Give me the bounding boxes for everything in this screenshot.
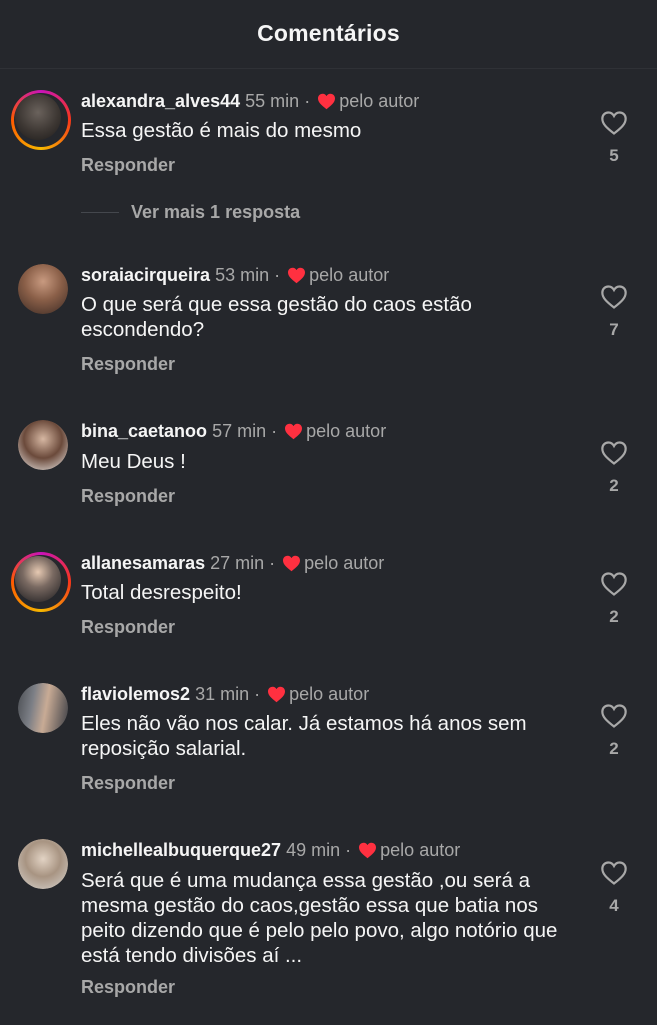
like-count: 2 <box>609 607 619 626</box>
comment-text: Meu Deus ! <box>81 450 186 473</box>
reply-button[interactable]: Responder <box>81 617 175 638</box>
liked-by-author-heart-icon <box>285 423 303 440</box>
comment-text: Será que é uma mudança essa gestão ,ou s… <box>81 869 558 967</box>
heart-icon[interactable] <box>600 860 628 886</box>
like-control: 5 <box>598 110 630 166</box>
like-count: 5 <box>609 146 619 165</box>
comment-meta: michellealbuquerque27 49 min · pelo auto… <box>81 840 461 860</box>
view-more-replies-label[interactable]: Ver mais 1 resposta <box>131 202 300 223</box>
liked-by-author-heart-icon <box>283 555 301 572</box>
reply-button[interactable]: Responder <box>81 155 175 176</box>
comment-time: 27 min <box>210 553 265 573</box>
avatar[interactable] <box>11 552 71 612</box>
liked-by-author-heart-icon <box>268 686 286 703</box>
heart-icon[interactable] <box>600 703 628 729</box>
avatar[interactable] <box>18 683 68 733</box>
heart-icon[interactable] <box>600 571 628 597</box>
like-control: 4 <box>598 860 630 916</box>
reply-button[interactable]: Responder <box>81 354 175 375</box>
liked-by-author-heart-icon <box>359 842 377 859</box>
comments-header: Comentários <box>0 0 657 69</box>
avatar[interactable] <box>18 839 68 889</box>
liked-by-author-label: pelo autor <box>380 840 461 860</box>
username[interactable]: flaviolemos2 <box>81 684 190 704</box>
username[interactable]: allanesamaras <box>81 553 205 573</box>
like-count: 2 <box>609 476 619 495</box>
reply-button[interactable]: Responder <box>81 486 175 507</box>
view-more-replies[interactable]: Ver mais 1 resposta <box>81 202 300 223</box>
liked-by-author-label: pelo autor <box>289 684 370 704</box>
liked-by-author-label: pelo autor <box>339 91 420 111</box>
comment-text: Eles não vão nos calar. Já estamos há an… <box>81 712 527 760</box>
comment-meta: alexandra_alves44 55 min · pelo autor <box>81 91 420 111</box>
avatar[interactable] <box>18 264 68 314</box>
comment-meta: allanesamaras 27 min · pelo autor <box>81 553 385 573</box>
liked-by-author-heart-icon <box>318 93 336 110</box>
username[interactable]: soraiacirqueira <box>81 265 210 285</box>
comment-time: 53 min <box>215 265 270 285</box>
comment-meta: bina_caetanoo 57 min · pelo autor <box>81 421 387 441</box>
liked-by-author-label: pelo autor <box>309 265 390 285</box>
heart-icon[interactable] <box>600 284 628 310</box>
like-control: 2 <box>598 571 630 627</box>
username[interactable]: alexandra_alves44 <box>81 91 240 111</box>
comment-time: 49 min <box>286 840 341 860</box>
like-control: 2 <box>598 703 630 759</box>
avatar[interactable] <box>11 90 71 150</box>
comment-time: 57 min <box>212 421 267 441</box>
like-count: 2 <box>609 739 619 758</box>
comment-text: Total desrespeito! <box>81 581 242 604</box>
comment-meta: flaviolemos2 31 min · pelo autor <box>81 684 370 704</box>
comment-meta: soraiacirqueira 53 min · pelo autor <box>81 265 390 285</box>
liked-by-author-label: pelo autor <box>306 421 387 441</box>
like-control: 7 <box>598 284 630 340</box>
heart-icon[interactable] <box>600 110 628 136</box>
reply-button[interactable]: Responder <box>81 977 175 998</box>
avatar[interactable] <box>18 420 68 470</box>
username[interactable]: bina_caetanoo <box>81 421 207 441</box>
comment-time: 31 min <box>195 684 250 704</box>
comment-text: Essa gestão é mais do mesmo <box>81 119 362 142</box>
username[interactable]: michellealbuquerque27 <box>81 840 281 860</box>
comment-text: O que será que essa gestão do caos estão… <box>81 293 472 341</box>
like-control: 2 <box>598 440 630 496</box>
comment-time: 55 min <box>245 91 300 111</box>
page-title: Comentários <box>257 20 400 46</box>
like-count: 4 <box>609 896 619 915</box>
heart-icon[interactable] <box>600 440 628 466</box>
reply-button[interactable]: Responder <box>81 773 175 794</box>
liked-by-author-label: pelo autor <box>304 553 385 573</box>
liked-by-author-heart-icon <box>288 267 306 284</box>
like-count: 7 <box>609 320 619 339</box>
